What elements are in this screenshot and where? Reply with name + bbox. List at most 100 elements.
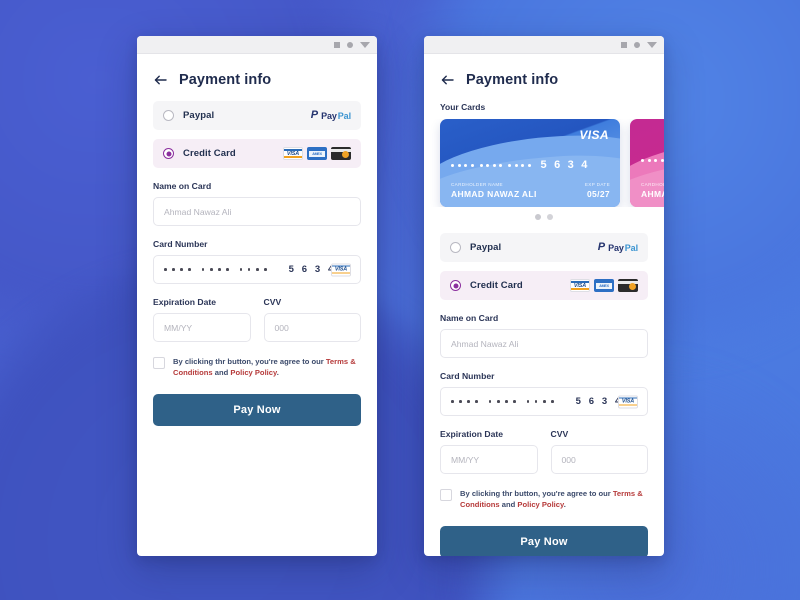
saved-cards-carousel[interactable]: VISA 5 6 3 4 CARDHOLDER NAME AHMAD NAWAZ… [424,119,664,207]
terms-checkbox[interactable] [440,489,452,501]
payment-method-credit-card[interactable]: Credit Card VISA AMEX [153,139,361,168]
circle-icon[interactable] [347,41,353,48]
card-number-last4: 5 6 3 4 [288,264,336,275]
field-cvv-label: CVV [263,297,282,307]
field-name-on-card-label: Name on Card [153,181,212,191]
radio-paypal[interactable] [163,110,174,121]
saved-card-secondary[interactable]: CARDHOLDER NAME AHMAD NAWAZ ALI [630,119,664,207]
field-expiration-date: Expiration Date MM/YY [440,429,538,474]
page-header: Payment info [137,54,377,88]
pay-button-wrapper: Pay Now [137,393,377,426]
name-on-card-input[interactable]: Ahmad Nawaz Ali [440,329,648,358]
payment-method-paypal[interactable]: Paypal P Pay Pal [440,233,648,262]
cvv-input[interactable]: 000 [263,313,361,342]
field-name-on-card: Name on Card Ahmad Nawaz Ali [440,313,648,358]
carousel-dot-2[interactable] [547,214,553,220]
payment-method-paypal[interactable]: Paypal P Pay Pal [153,101,361,130]
saved-card-secondary-holder-name: AHMAD NAWAZ ALI [641,189,664,199]
policy-policy-link[interactable]: Policy Policy [230,368,276,377]
name-on-card-input[interactable]: Ahmad Nawaz Ali [153,197,361,226]
field-name-on-card: Name on Card Ahmad Nawaz Ali [153,181,361,226]
card-number-input[interactable]: 5 6 3 4 VISA [153,255,361,284]
terms-text-before: By clicking thr button, you're agree to … [460,489,613,498]
visa-card-icon-text: VISA [286,150,300,157]
visa-card-icon: VISA [283,147,303,160]
amex-card-icon-text: AMEX [599,283,609,288]
field-expiration-date-label: Expiration Date [153,297,217,307]
terms-text-before: By clicking thr button, you're agree to … [173,357,326,366]
terms-checkbox[interactable] [153,357,165,369]
field-cvv: CVV 000 [263,297,361,342]
chevron-down-icon[interactable] [360,41,370,48]
field-cvv: CVV 000 [550,429,648,474]
card-number-masked: 5 6 3 4 [451,396,623,407]
saved-card-secondary-number [641,159,664,162]
chevron-down-icon[interactable] [647,41,657,48]
back-arrow-icon[interactable] [153,72,169,88]
amex-card-icon-text: AMEX [312,151,322,156]
terms-text-after: . [563,500,566,510]
window-titlebar [137,36,377,54]
saved-card-secondary-holder-label: CARDHOLDER NAME [641,182,664,187]
saved-card-number: 5 6 3 4 [451,159,610,171]
window-titlebar-right [424,36,664,54]
pay-now-button[interactable]: Pay Now [440,525,648,556]
amex-card-icon: AMEX [594,279,614,292]
expiration-date-input[interactable]: MM/YY [153,313,251,342]
saved-card-exp-label: EXP DATE [584,182,610,187]
card-number-visa-icon-text: VISA [621,398,635,405]
page-title: Payment info [466,72,559,88]
paypal-logo-icon: P Pay Pal [598,242,638,253]
radio-paypal[interactable] [450,242,461,253]
cvv-input[interactable]: 000 [550,445,648,474]
square-icon[interactable] [621,41,627,48]
payment-form-right: Name on Card Ahmad Nawaz Ali Card Number… [424,313,664,474]
card-number-visa-icon-text: VISA [334,266,348,273]
payment-form-left: Name on Card Ahmad Nawaz Ali Card Number… [137,181,377,342]
payment-method-credit-card-label: Credit Card [470,280,523,291]
field-card-number: Card Number 5 6 3 4 VISA [153,239,361,284]
field-row-expiry-cvv: Expiration Date MM/YY CVV 000 [440,429,648,474]
carousel-dot-1[interactable] [535,214,541,220]
expiration-date-input[interactable]: MM/YY [440,445,538,474]
field-card-number-label: Card Number [153,239,208,249]
saved-card-exp-value: 05/27 [586,189,610,199]
field-card-number-label: Card Number [440,371,495,381]
payment-method-credit-card[interactable]: Credit Card VISA AMEX [440,271,648,300]
payment-method-paypal-label: Paypal [183,110,215,121]
radio-credit-card[interactable] [450,280,461,291]
pay-button-wrapper: Pay Now [424,525,664,556]
page-header-right: Payment info [424,54,664,88]
back-arrow-icon[interactable] [440,72,456,88]
circle-icon[interactable] [634,41,640,48]
page-background [0,0,800,600]
your-cards-label: Your Cards [440,102,486,112]
paypal-mark-icon: P [597,241,606,253]
saved-card-last4: 5 6 3 4 [540,159,590,171]
screen-content-left: Payment info Paypal P Pay Pal Credit Car… [137,54,377,556]
visa-card-icon-text: VISA [573,282,587,289]
screen-content-right: Payment info Your Cards VISA 5 6 3 4 CAR… [424,54,664,556]
carousel-pagination [424,214,664,220]
mastercard-card-icon [331,147,351,160]
radio-credit-card[interactable] [163,148,174,159]
visa-card-icon: VISA [570,279,590,292]
payment-methods-list: Paypal P Pay Pal Credit Card VISA AMEX [137,101,377,168]
card-number-input[interactable]: 5 6 3 4 VISA [440,387,648,416]
saved-card-visa[interactable]: VISA 5 6 3 4 CARDHOLDER NAME AHMAD NAWAZ… [440,119,620,207]
saved-card-holder-label: CARDHOLDER NAME [451,182,503,187]
card-number-visa-icon: VISA [331,263,351,276]
terms-agreement: By clicking thr button, you're agree to … [424,488,664,511]
field-expiration-date: Expiration Date MM/YY [153,297,251,342]
terms-agreement: By clicking thr button, you're agree to … [137,356,377,379]
paypal-logo-icon: P Pay Pal [311,110,351,121]
page-title: Payment info [179,72,272,88]
pay-now-button[interactable]: Pay Now [153,393,361,426]
card-number-masked: 5 6 3 4 [164,264,336,275]
saved-card-holder-name: AHMAD NAWAZ ALI [451,189,537,199]
square-icon[interactable] [334,41,340,48]
saved-card-footer: CARDHOLDER NAME AHMAD NAWAZ ALI EXP DATE… [451,182,610,199]
payment-method-paypal-label: Paypal [470,242,502,253]
policy-policy-link[interactable]: Policy Policy [517,500,563,509]
field-card-number: Card Number 5 6 3 4 VISA [440,371,648,416]
